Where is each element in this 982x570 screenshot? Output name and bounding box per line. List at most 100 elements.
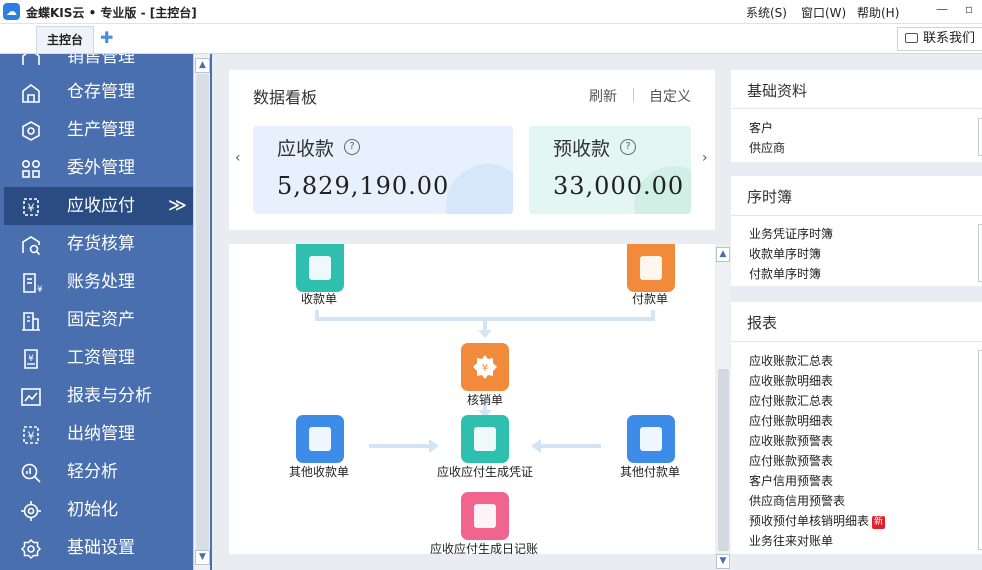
svg-text:¥: ¥ [37,285,42,294]
link-report-with-badge[interactable]: 预收预付单核销明细表新 [749,512,886,529]
sidebar-item-receivable-payable[interactable]: ¥ 应收应付 ≫ [4,187,193,225]
cashier-icon: ¥ [23,426,39,444]
sidebar-item-label: 应收应付 [67,196,135,216]
sidebar-item-label: 固定资产 [67,310,135,330]
writeoff-label: 核销单 [467,393,504,407]
link-customer[interactable]: 客户 [749,119,773,136]
add-tab-icon[interactable]: ✚ [100,30,113,46]
payment-node[interactable] [627,244,675,292]
sidebar-item-light-analysis[interactable]: 轻分析 [4,453,193,491]
link-supplier[interactable]: 供应商 [749,139,785,156]
scroll-up-arrow-icon[interactable]: ▲ [195,58,210,73]
link-payment-journal[interactable]: 付款单序时簿 [749,265,821,282]
other-receipt-icon [309,427,331,451]
inventory-icon [22,236,41,256]
help-icon[interactable]: ? [344,139,360,155]
double-chevron-right-icon: ≫ [168,195,187,216]
generate-journal-node[interactable] [461,492,509,540]
carousel-next-icon[interactable]: › [702,150,708,166]
generate-voucher-label: 应收应付生成凭证 [437,465,534,479]
sidebar-item-reports[interactable]: 报表与分析 [4,377,193,415]
card-value: 33,000.00 [553,172,685,200]
production-icon [22,121,40,141]
minimize-button[interactable]: — [933,2,951,20]
payment-label: 付款单 [632,292,669,306]
flow-scrollbar[interactable]: ▲ ▼ [716,244,731,570]
generate-journal-label: 应收应付生成日记账 [430,542,539,554]
panel-edge-tab [978,224,982,282]
link-report[interactable]: 应付账款预警表 [749,452,833,469]
sidebar-item-label: 存货核算 [67,234,135,254]
sidebar-item-label: 账务处理 [67,272,135,292]
contact-us-label: 联系我们 [923,31,976,46]
link-report[interactable]: 应收账款明细表 [749,372,833,389]
sidebar-item-basic-settings[interactable]: 基础设置 [4,529,193,567]
scroll-down-arrow-icon[interactable]: ▼ [195,550,210,565]
help-icon[interactable]: ? [620,139,636,155]
sidebar-item-warehouse[interactable]: 仓存管理 [4,73,193,111]
tab-main-console[interactable]: 主控台 [36,26,95,53]
card-value: 5,829,190.00 [277,172,450,200]
sidebar-item-outsource[interactable]: 委外管理 [4,149,193,187]
menu-system[interactable]: 系统(S) [746,4,787,21]
other-receipt-node[interactable] [296,415,344,463]
title-bar: ☁ 金蝶KIS云 • 专业版 - [主控台] 系统(S) 窗口(W) 帮助(H)… [0,0,982,24]
sidebar-item-label: 轻分析 [67,462,118,482]
restore-button[interactable]: ▫ [960,2,978,20]
sidebar-item-fixed-assets[interactable]: 固定资产 [4,301,193,339]
sidebar-item-payroll[interactable]: ¥ 工资管理 [4,339,193,377]
link-report[interactable]: 应付账款汇总表 [749,392,833,409]
link-report[interactable]: 客户信用预警表 [749,472,833,489]
menu-help[interactable]: 帮助(H) [857,4,899,21]
sidebar-item-inventory-accounting[interactable]: 存货核算 [4,225,193,263]
analysis-icon [21,463,41,483]
sidebar-item-production[interactable]: 生产管理 [4,111,193,149]
prepayment-card[interactable]: 预收款 ? 33,000.00 [529,126,691,214]
link-voucher-journal[interactable]: 业务凭证序时簿 [749,225,833,242]
receivable-icon: ¥ [23,198,39,216]
new-badge: 新 [872,516,886,529]
link-report[interactable]: 应付账款明细表 [749,412,833,429]
refresh-button[interactable]: 刷新 [589,86,617,106]
sidebar-item-initialize[interactable]: 初始化 [4,491,193,529]
link-report[interactable]: 应收账款预警表 [749,432,833,449]
journal-title: 序时簿 [747,188,793,206]
payment-icon [640,256,662,280]
other-payment-node[interactable] [627,415,675,463]
link-report[interactable]: 业务往来对账单 [749,532,833,549]
flow-scroll-thumb[interactable] [718,369,729,551]
sidebar-item-label: 生产管理 [67,120,135,140]
customize-button[interactable]: 自定义 [649,86,691,106]
dashboard-title: 数据看板 [253,88,318,107]
other-receipt-label: 其他收款单 [289,465,350,479]
journal-panel: 序时簿 业务凭证序时簿 收款单序时簿 付款单序时簿 [731,176,982,286]
carousel-prev-icon[interactable]: ‹ [235,150,241,166]
sidebar-item-cashier[interactable]: ¥ 出纳管理 [4,415,193,453]
toolbar-divider [633,88,634,102]
panel-edge-tab [978,350,982,550]
generate-voucher-node[interactable] [461,415,509,463]
fixed-asset-icon [22,312,40,331]
warehouse-icon [22,84,40,103]
scroll-up-arrow-icon[interactable]: ▲ [716,247,730,262]
divider [731,341,982,342]
contact-us-button[interactable]: 联系我们 [897,27,982,51]
menu-window[interactable]: 窗口(W) [801,4,846,21]
tab-bar: 主控台 ✚ [0,24,982,54]
journal-notebook-icon [474,504,496,528]
link-report[interactable]: 应收账款汇总表 [749,352,833,369]
writeoff-node[interactable]: ¥ [461,343,509,391]
sidebar-item-label: 出纳管理 [67,424,135,444]
basic-data-title: 基础资料 [747,82,808,100]
scroll-down-arrow-icon[interactable]: ▼ [716,554,730,569]
sidebar-item-ledger[interactable]: ¥ 账务处理 [4,263,193,301]
sidebar-item-label: 委外管理 [67,158,135,178]
receipt-label: 收款单 [301,292,338,306]
sidebar-item-label: 基础设置 [67,538,135,558]
receipt-node[interactable] [296,244,344,292]
sidebar-scroll-thumb[interactable] [196,74,209,564]
link-receipt-journal[interactable]: 收款单序时簿 [749,245,821,262]
receivable-card[interactable]: 应收款 ? 5,829,190.00 [253,126,513,214]
link-report[interactable]: 供应商信用预警表 [749,492,845,509]
sidebar-scrollbar[interactable]: ▲ ▼ [193,54,210,570]
